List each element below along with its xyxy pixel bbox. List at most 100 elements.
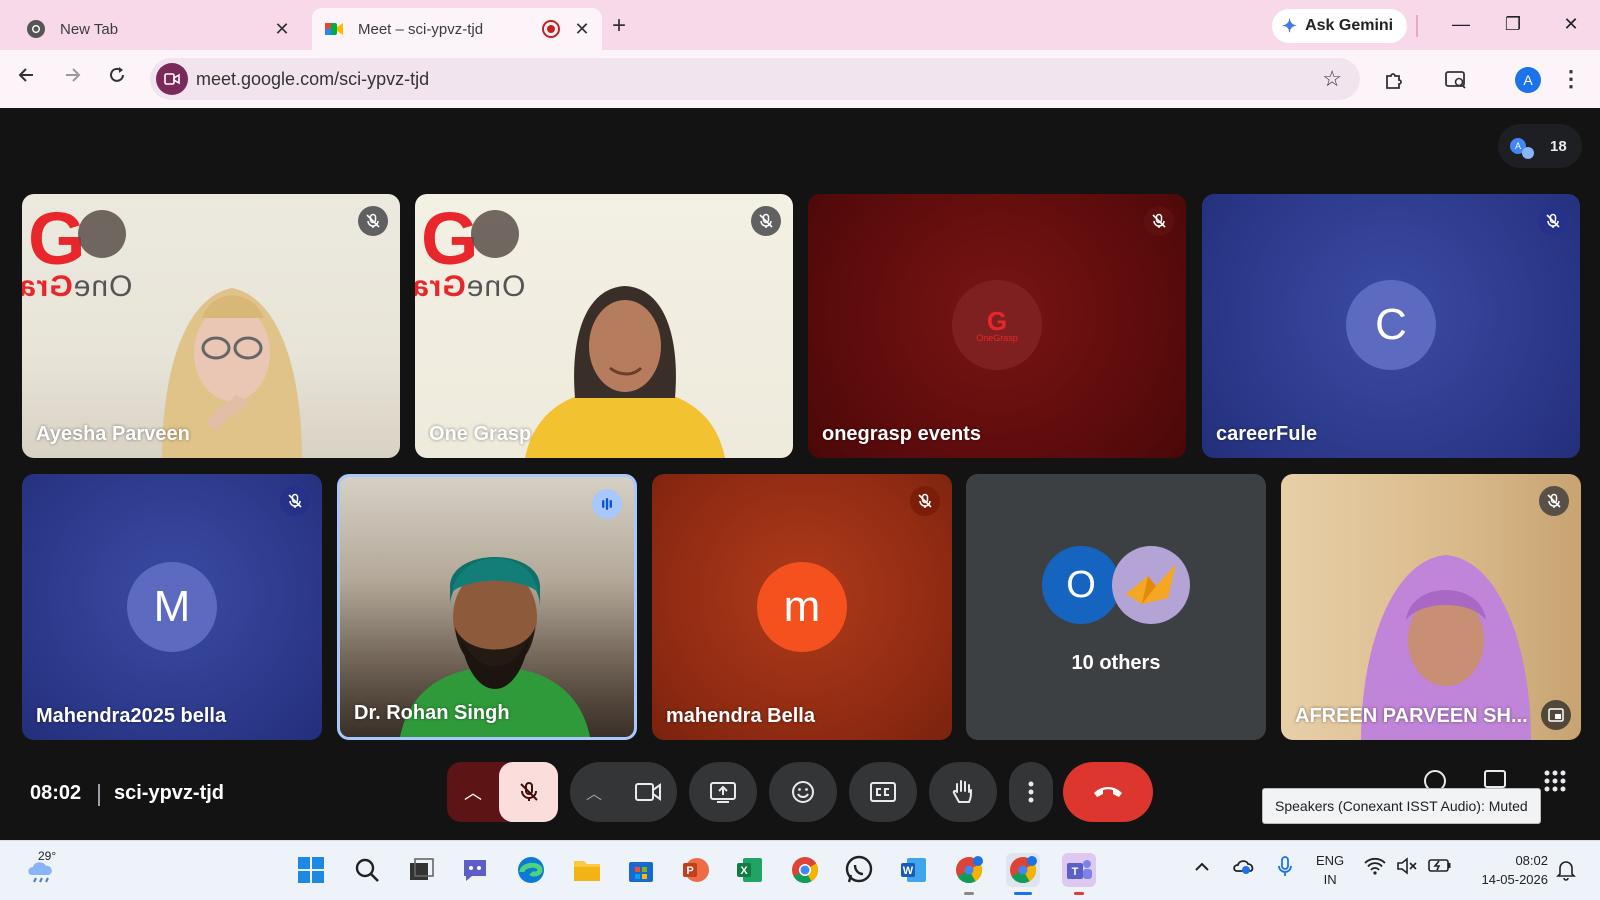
teams-icon[interactable]: T	[1062, 853, 1096, 895]
recording-indicator-icon	[542, 20, 560, 38]
reload-icon[interactable]	[100, 62, 134, 96]
whatsapp-icon[interactable]	[842, 853, 876, 887]
gemini-sparkle-icon: ✦	[1282, 15, 1298, 36]
show-hidden-icons-chevron[interactable]	[1194, 859, 1210, 875]
video-options-chevron-icon[interactable]: ︿	[570, 762, 618, 822]
picture-in-picture-icon[interactable]	[1541, 700, 1571, 730]
microsoft-store-icon[interactable]	[624, 853, 658, 887]
minimize-button[interactable]: —	[1436, 8, 1486, 40]
participants-button[interactable]: A 18	[1498, 124, 1582, 168]
participant-avatar: G OneGrasp	[952, 280, 1042, 370]
mic-off-icon	[1539, 486, 1569, 516]
language-indicator[interactable]: ENG IN	[1316, 851, 1344, 889]
hang-up-icon	[1094, 787, 1122, 797]
active-indicator	[1014, 892, 1032, 895]
clock-date[interactable]: 08:02 14-05-2026	[1470, 851, 1549, 889]
ask-gemini-button[interactable]: ✦ Ask Gemini	[1272, 9, 1408, 43]
close-tab-icon[interactable]: ✕	[270, 19, 294, 40]
close-window-button[interactable]: ✕	[1546, 8, 1596, 40]
battery-charging-icon[interactable]	[1428, 857, 1452, 876]
extensions-icon[interactable]	[1378, 64, 1410, 96]
participant-avatar: M	[127, 562, 217, 652]
word-icon[interactable]: W	[896, 853, 930, 887]
audio-level-icon	[592, 489, 622, 519]
new-tab-button[interactable]: +	[612, 12, 626, 40]
svg-text:W: W	[903, 865, 914, 877]
task-view-icon[interactable]	[404, 853, 438, 887]
emoji-icon	[792, 781, 814, 803]
more-options-button[interactable]	[1009, 762, 1053, 822]
notification-bell-icon[interactable]	[1556, 859, 1576, 886]
tab-meet[interactable]: Meet – sci-ypvz-tjd ✕	[312, 8, 602, 50]
restore-button[interactable]: ❐	[1488, 8, 1538, 40]
wifi-icon[interactable]	[1364, 857, 1386, 878]
search-icon[interactable]	[350, 853, 384, 887]
participant-tile[interactable]: G OneGra One Grasp	[415, 194, 793, 458]
bookmark-star-icon[interactable]: ☆	[1322, 66, 1342, 92]
onegrasp-logo-text: OneGra	[22, 270, 133, 303]
mic-toggle-button[interactable]	[499, 762, 558, 822]
present-screen-icon	[710, 782, 736, 803]
more-vert-icon	[1028, 781, 1034, 803]
participant-name: Mahendra2025 bella	[36, 705, 227, 727]
chrome-active-icon[interactable]	[1006, 853, 1040, 895]
participant-avatar: m	[757, 562, 847, 652]
chat-app-icon[interactable]	[458, 853, 492, 887]
chrome-icon[interactable]	[788, 853, 822, 887]
speaker-muted-icon[interactable]	[1396, 857, 1418, 878]
participant-tile[interactable]: M Mahendra2025 bella	[22, 474, 322, 740]
camera-toggle-button[interactable]	[618, 762, 677, 822]
browser-menu-icon[interactable]: ⋮	[1560, 66, 1582, 92]
onedrive-cloud-icon[interactable]	[1232, 855, 1256, 880]
microphone-icon[interactable]	[1276, 855, 1294, 882]
leave-call-button[interactable]	[1063, 762, 1153, 822]
ask-gemini-label: Ask Gemini	[1305, 17, 1394, 34]
close-tab-icon[interactable]: ✕	[570, 19, 594, 40]
participant-tile-active-speaker[interactable]: Dr. Rohan Singh	[337, 474, 637, 740]
back-arrow-icon[interactable]	[10, 62, 44, 96]
captions-icon	[870, 782, 896, 802]
language-line1: ENG	[1316, 853, 1345, 868]
participant-avatar: O	[1042, 546, 1120, 624]
forward-arrow-icon[interactable]	[55, 62, 89, 96]
participant-tile[interactable]: G OneGrasp onegrasp events	[808, 194, 1186, 458]
avatar-label: OneGrasp	[976, 332, 1018, 343]
mic-off-icon	[358, 206, 388, 236]
activities-grid-icon[interactable]	[1540, 766, 1570, 796]
participant-tile[interactable]: m mahendra Bella	[652, 474, 952, 740]
logo-circle	[471, 210, 519, 258]
onegrasp-logo-g: G	[986, 305, 1008, 336]
file-explorer-icon[interactable]	[570, 853, 604, 887]
participant-name: AFREEN PARVEEN SH...	[1295, 705, 1528, 727]
meeting-code: sci-ypvz-tjd	[114, 782, 225, 804]
reactions-button[interactable]	[769, 762, 837, 822]
participant-tile[interactable]: C careerFule	[1202, 194, 1580, 458]
participant-tile[interactable]: AFREEN PARVEEN SH...	[1281, 474, 1581, 740]
chrome-profile-icon[interactable]	[952, 853, 986, 895]
chrome-icon	[26, 19, 46, 39]
site-info-icon[interactable]	[156, 63, 188, 95]
participant-tile[interactable]: G OneGra Ayesha Parveen	[22, 194, 400, 458]
participant-count: 18	[1550, 137, 1567, 155]
taskbar-time: 08:02	[1515, 853, 1548, 868]
tab-new-tab[interactable]: New Tab ✕	[12, 8, 302, 50]
windows-start-icon[interactable]	[294, 853, 328, 887]
divider	[98, 784, 100, 806]
temperature: 29°	[38, 849, 57, 863]
captions-button[interactable]	[849, 762, 917, 822]
weather-widget[interactable]: 29°	[24, 849, 64, 891]
camera-icon	[634, 783, 661, 801]
raise-hand-button[interactable]	[929, 762, 997, 822]
tab-search-icon[interactable]	[1440, 64, 1472, 96]
audio-options-chevron-icon[interactable]: ︿	[447, 762, 499, 822]
profile-avatar[interactable]: A	[1515, 67, 1541, 93]
edge-browser-icon[interactable]	[514, 853, 548, 887]
participant-name: Dr. Rohan Singh	[354, 702, 510, 724]
address-bar[interactable]: meet.google.com/sci-ypvz-tjd ☆	[150, 58, 1360, 100]
origami-avatar-icon	[1112, 546, 1190, 624]
present-screen-button[interactable]	[689, 762, 757, 822]
others-tile[interactable]: O 10 others	[966, 474, 1266, 740]
excel-icon[interactable]: X	[732, 853, 766, 887]
powerpoint-icon[interactable]: P	[678, 853, 712, 887]
mic-off-icon	[1538, 206, 1568, 236]
